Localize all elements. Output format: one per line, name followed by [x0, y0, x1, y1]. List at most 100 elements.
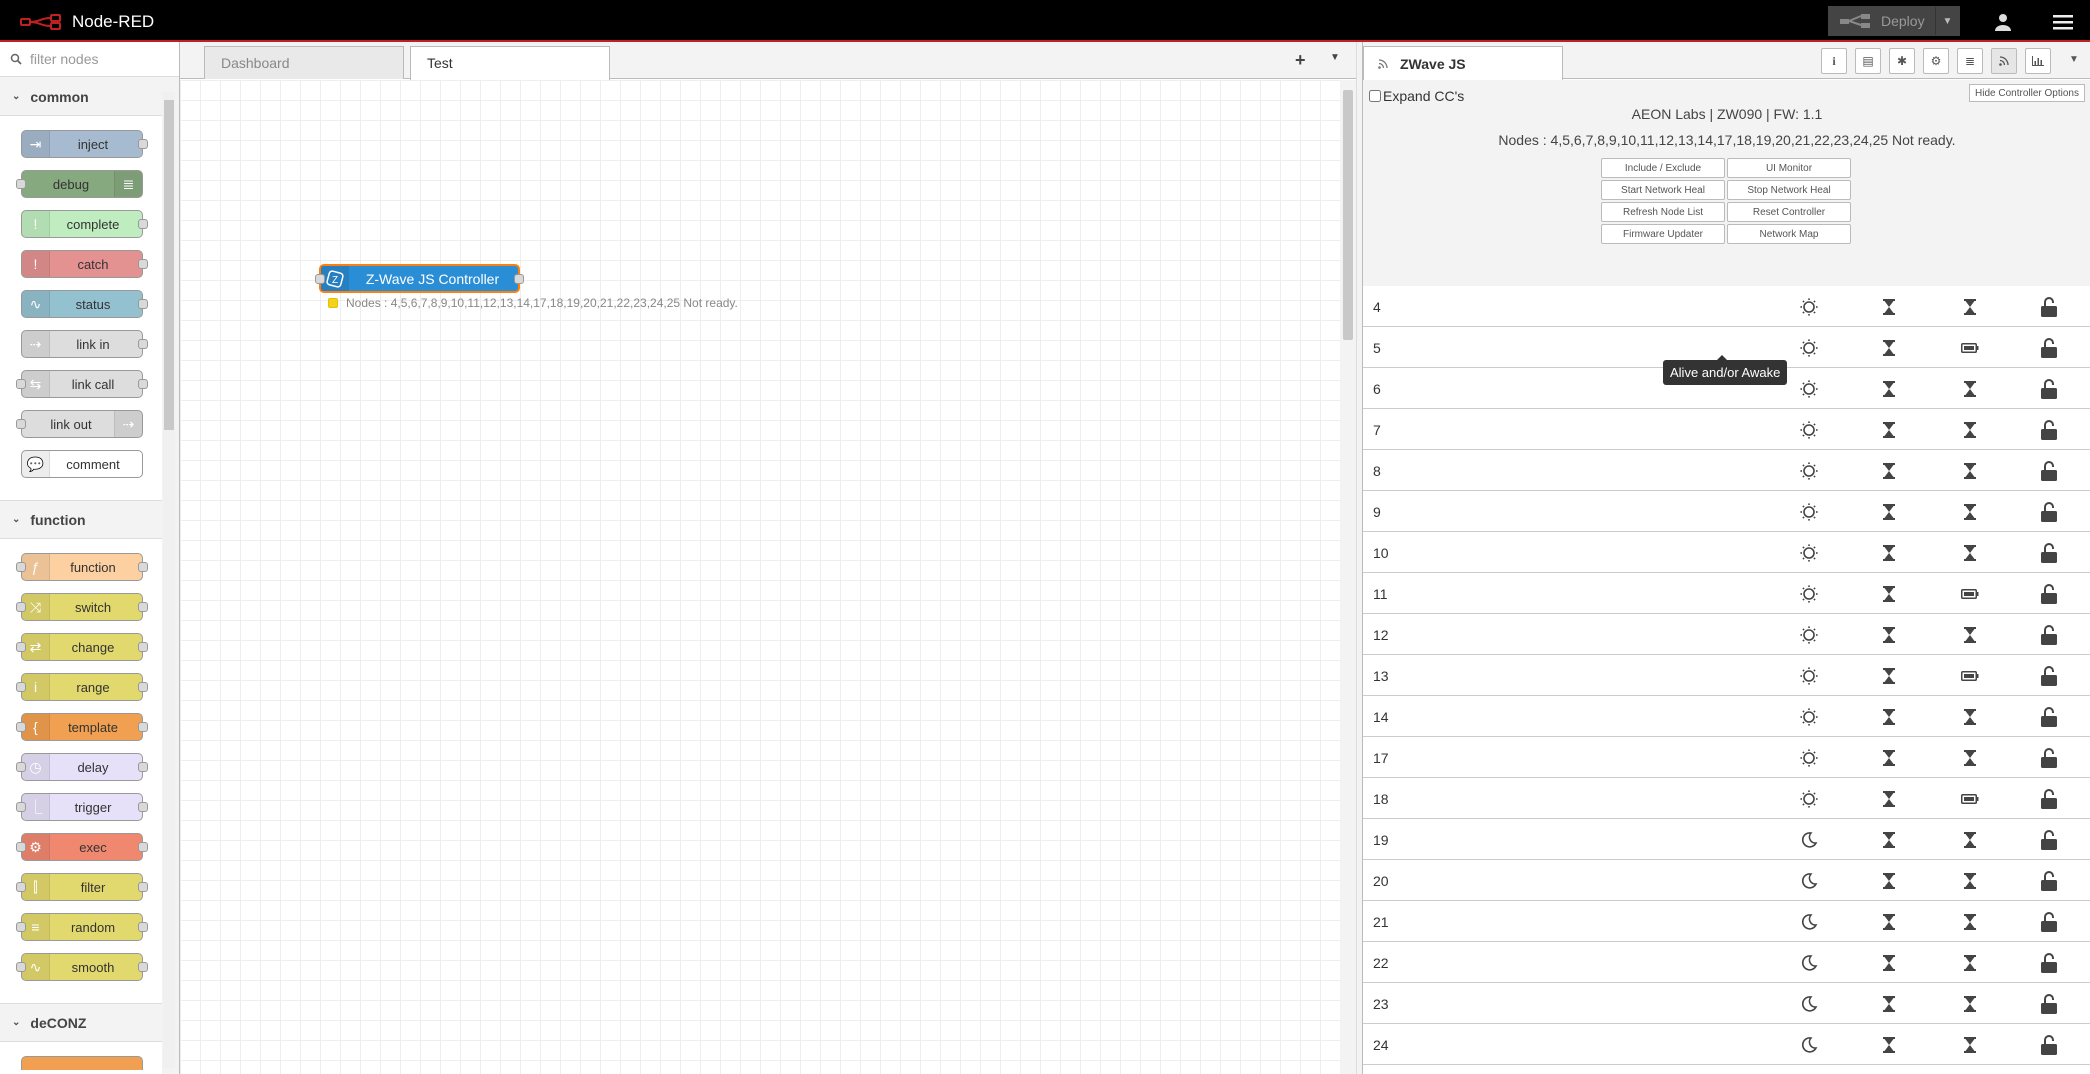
output-port[interactable]	[514, 274, 524, 284]
sun-icon[interactable]	[1797, 377, 1821, 401]
sun-icon[interactable]	[1797, 787, 1821, 811]
moon-icon[interactable]	[1797, 828, 1821, 852]
palette-node[interactable]: ◷ delay	[16, 753, 148, 781]
palette-node[interactable]: 💬 comment	[21, 450, 143, 478]
palette-filter-input[interactable]	[28, 50, 178, 68]
flow-canvas[interactable]: Z Z-Wave JS Controller Nodes : 4,5,6,7,8…	[180, 80, 1340, 1074]
unlock-icon[interactable]	[2037, 869, 2061, 893]
moon-icon[interactable]	[1797, 1033, 1821, 1057]
debug-button[interactable]: ✱	[1889, 48, 1915, 74]
hourglass-icon[interactable]	[1958, 746, 1982, 770]
hourglass-icon[interactable]	[1877, 541, 1901, 565]
sun-icon[interactable]	[1797, 582, 1821, 606]
hourglass-icon[interactable]	[1958, 377, 1982, 401]
unlock-icon[interactable]	[2037, 500, 2061, 524]
sun-icon[interactable]	[1797, 336, 1821, 360]
palette-node[interactable]: ! catch	[21, 250, 148, 278]
hourglass-icon[interactable]	[1958, 992, 1982, 1016]
table-row[interactable]: 11	[1363, 573, 2090, 614]
table-row[interactable]: 19	[1363, 819, 2090, 860]
unlock-icon[interactable]	[2037, 623, 2061, 647]
hourglass-icon[interactable]	[1877, 705, 1901, 729]
hourglass-icon[interactable]	[1877, 295, 1901, 319]
moon-icon[interactable]	[1797, 992, 1821, 1016]
table-row[interactable]: 7	[1363, 409, 2090, 450]
hourglass-icon[interactable]	[1877, 787, 1901, 811]
tab-test[interactable]: Test	[410, 46, 610, 80]
table-row[interactable]: 10	[1363, 532, 2090, 573]
main-menu-button[interactable]	[2048, 8, 2078, 36]
hourglass-icon[interactable]	[1877, 459, 1901, 483]
sun-icon[interactable]	[1797, 623, 1821, 647]
unlock-icon[interactable]	[2037, 910, 2061, 934]
palette-scrollbar[interactable]	[163, 92, 175, 1068]
battery-icon[interactable]	[1958, 787, 1982, 811]
hourglass-icon[interactable]	[1877, 992, 1901, 1016]
hourglass-icon[interactable]	[1877, 418, 1901, 442]
unlock-icon[interactable]	[2037, 582, 2061, 606]
hourglass-icon[interactable]	[1877, 869, 1901, 893]
hide-controller-options-button[interactable]: Hide Controller Options	[1969, 84, 2085, 102]
palette-scrollbar-thumb[interactable]	[164, 100, 174, 430]
controller-action-button[interactable]: Stop Network Heal	[1727, 180, 1851, 200]
sun-icon[interactable]	[1797, 541, 1821, 565]
hourglass-icon[interactable]	[1877, 910, 1901, 934]
sun-icon[interactable]	[1797, 459, 1821, 483]
table-row[interactable]: 24	[1363, 1024, 2090, 1065]
controller-action-button[interactable]: Reset Controller	[1727, 202, 1851, 222]
table-row[interactable]: 20	[1363, 860, 2090, 901]
sun-icon[interactable]	[1797, 664, 1821, 688]
add-flow-icon[interactable]: +	[1295, 50, 1306, 71]
hourglass-icon[interactable]	[1958, 951, 1982, 975]
table-row[interactable]: 9	[1363, 491, 2090, 532]
hourglass-icon[interactable]	[1877, 336, 1901, 360]
unlock-icon[interactable]	[2037, 746, 2061, 770]
hourglass-icon[interactable]	[1958, 295, 1982, 319]
battery-icon[interactable]	[1958, 664, 1982, 688]
help-button[interactable]: ▤	[1855, 48, 1881, 74]
tab-zwave-js[interactable]: ZWave JS	[1363, 46, 1563, 80]
hourglass-icon[interactable]	[1877, 828, 1901, 852]
zwave-sidebar-button[interactable]	[1991, 48, 2017, 74]
moon-icon[interactable]	[1797, 951, 1821, 975]
input-port[interactable]	[315, 274, 325, 284]
hourglass-icon[interactable]	[1958, 705, 1982, 729]
deploy-dropdown-icon[interactable]: ▼	[1935, 7, 1959, 35]
hourglass-icon[interactable]	[1958, 828, 1982, 852]
unlock-icon[interactable]	[2037, 336, 2061, 360]
palette-node[interactable]: ⇆ link call	[16, 370, 148, 398]
table-row[interactable]: 12	[1363, 614, 2090, 655]
hourglass-icon[interactable]	[1877, 582, 1901, 606]
palette-node[interactable]: i range	[16, 673, 148, 701]
sun-icon[interactable]	[1797, 746, 1821, 770]
expand-cc-toggle[interactable]: Expand CC's	[1369, 88, 1464, 104]
controller-action-button[interactable]: Start Network Heal	[1601, 180, 1725, 200]
palette-node[interactable]	[21, 1056, 143, 1070]
unlock-icon[interactable]	[2037, 992, 2061, 1016]
palette-node[interactable]: {template	[16, 713, 148, 741]
hourglass-icon[interactable]	[1958, 623, 1982, 647]
expand-cc-checkbox[interactable]	[1369, 90, 1381, 102]
controller-action-button[interactable]: UI Monitor	[1727, 158, 1851, 178]
palette-node[interactable]: ∿ status	[21, 290, 148, 318]
hourglass-icon[interactable]	[1877, 1033, 1901, 1057]
palette-node[interactable]: ⇥ inject	[21, 130, 148, 158]
table-row[interactable]: 14	[1363, 696, 2090, 737]
hourglass-icon[interactable]	[1958, 500, 1982, 524]
zwave-controller-node[interactable]: Z Z-Wave JS Controller	[315, 264, 524, 293]
palette-category-header[interactable]: ⌄ deCONZ	[0, 1004, 162, 1042]
unlock-icon[interactable]	[2037, 951, 2061, 975]
controller-action-button[interactable]: Include / Exclude	[1601, 158, 1725, 178]
deploy-button[interactable]: Deploy ▼	[1828, 6, 1960, 36]
unlock-icon[interactable]	[2037, 459, 2061, 483]
table-row[interactable]: 8	[1363, 450, 2090, 491]
workspace-scrollbar[interactable]	[1340, 80, 1356, 1074]
unlock-icon[interactable]	[2037, 418, 2061, 442]
unlock-icon[interactable]	[2037, 828, 2061, 852]
hourglass-icon[interactable]	[1958, 459, 1982, 483]
unlock-icon[interactable]	[2037, 664, 2061, 688]
hourglass-icon[interactable]	[1877, 500, 1901, 524]
hourglass-icon[interactable]	[1958, 418, 1982, 442]
hourglass-icon[interactable]	[1958, 1033, 1982, 1057]
moon-icon[interactable]	[1797, 910, 1821, 934]
